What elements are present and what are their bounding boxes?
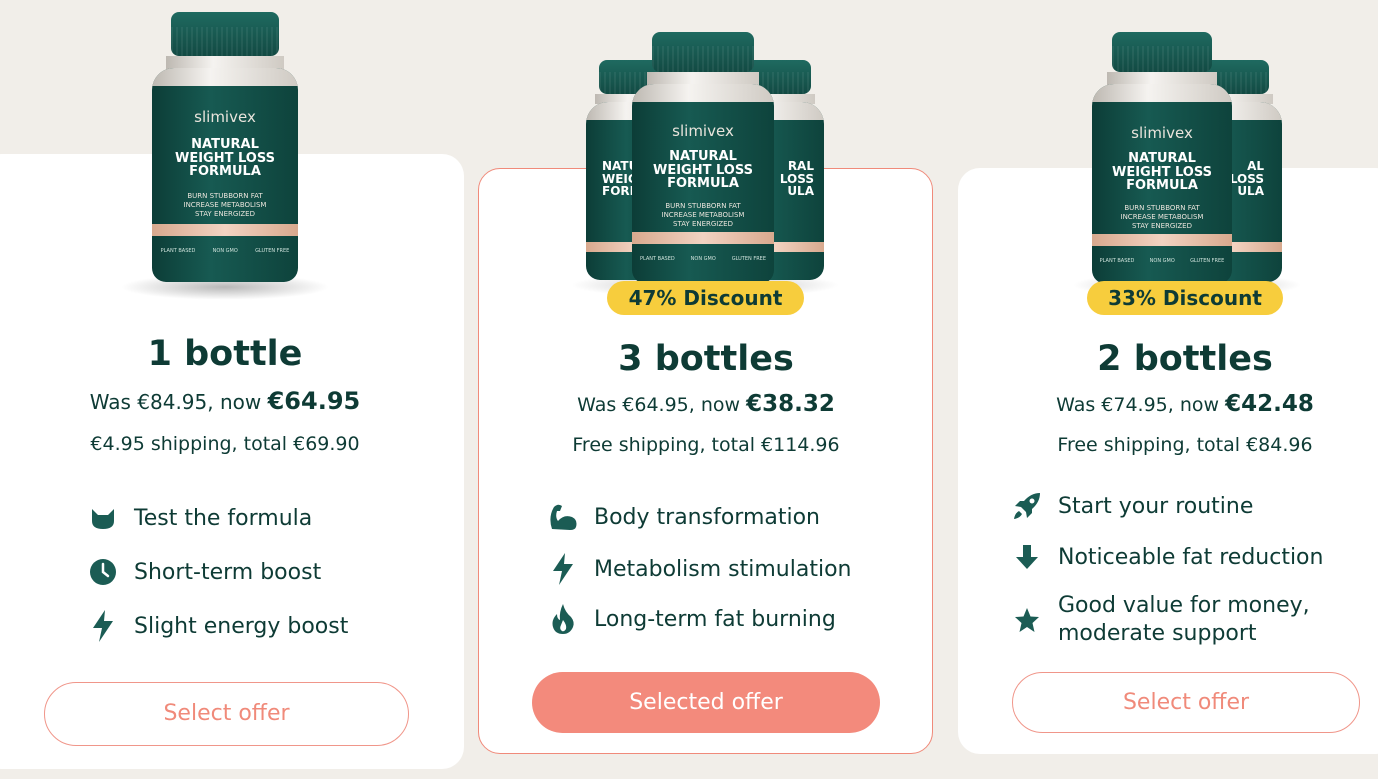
feature-label: Start your routine	[1058, 493, 1254, 519]
star-icon	[1012, 607, 1042, 633]
price-was: Was €64.95, now	[577, 394, 747, 416]
price-now: €64.95	[267, 387, 361, 415]
cat-head-icon	[88, 507, 118, 531]
feature-label: Body transformation	[594, 504, 821, 530]
feature-label: Metabolism stimulation	[594, 556, 852, 582]
arrow-down-icon	[1012, 543, 1042, 571]
feature-label: Short-term boost	[134, 559, 322, 585]
select-offer-button[interactable]: Select offer	[1012, 672, 1360, 733]
rocket-icon	[1012, 492, 1042, 520]
feature-item: Body transformation	[548, 503, 820, 531]
offer-title: 2 bottles	[1097, 339, 1273, 379]
feature-item: Noticeable fat reduction	[1012, 543, 1323, 571]
feature-item: Short-term boost	[88, 558, 321, 586]
product-image-3-bottles: NATU WEIGH FORM RAL LOSS ULA slimivex NATURA…	[570, 32, 840, 298]
select-offer-button[interactable]: Select offer	[44, 682, 409, 746]
feature-item: Metabolism stimulation	[548, 553, 851, 585]
price-was: Was €74.95, now	[1056, 394, 1226, 416]
feature-item: Good value for money, moderate support	[1012, 592, 1332, 648]
feature-label: Slight energy boost	[134, 613, 349, 639]
offer-price: Was €84.95, now €64.95	[0, 387, 450, 415]
lightning-icon	[88, 610, 118, 642]
price-now: €38.32	[746, 391, 835, 417]
offer-price: Was €74.95, now €42.48	[960, 391, 1378, 417]
clock-icon	[88, 558, 118, 586]
selected-offer-button[interactable]: Selected offer	[532, 672, 880, 733]
offer-title: 1 bottle	[147, 334, 303, 374]
shipping-info: Free shipping, total €84.96	[1057, 434, 1313, 456]
flexed-arm-icon	[548, 503, 578, 531]
discount-badge: 33% Discount	[1087, 281, 1283, 315]
price-now: €42.48	[1225, 391, 1314, 417]
feature-label: Noticeable fat reduction	[1058, 544, 1324, 570]
feature-label: Test the formula	[134, 506, 313, 531]
discount-badge: 47% Discount	[607, 281, 804, 315]
price-was: Was €84.95, now	[89, 390, 268, 414]
feature-item: Test the formula	[88, 506, 312, 531]
product-image-1-bottle: slimivex NATURAL WEIGHT LOSS FORMULA BURN …	[120, 12, 330, 302]
feature-item: Slight energy boost	[88, 610, 348, 642]
product-image-2-bottles: AL LOSS ULA slimivex NATURAL WEIGHT LOSS FOR…	[1072, 32, 1302, 298]
flame-icon	[548, 604, 578, 634]
feature-item: Long-term fat burning	[548, 604, 836, 634]
shipping-info: €4.95 shipping, total €69.90	[90, 433, 360, 455]
lightning-icon	[548, 553, 578, 585]
offer-price: Was €64.95, now €38.32	[480, 391, 932, 417]
feature-label: Good value for money, moderate support	[1058, 593, 1310, 646]
feature-label: Long-term fat burning	[594, 606, 836, 632]
offer-title: 3 bottles	[618, 339, 794, 379]
feature-item: Start your routine	[1012, 492, 1253, 520]
shipping-info: Free shipping, total €114.96	[572, 434, 840, 456]
